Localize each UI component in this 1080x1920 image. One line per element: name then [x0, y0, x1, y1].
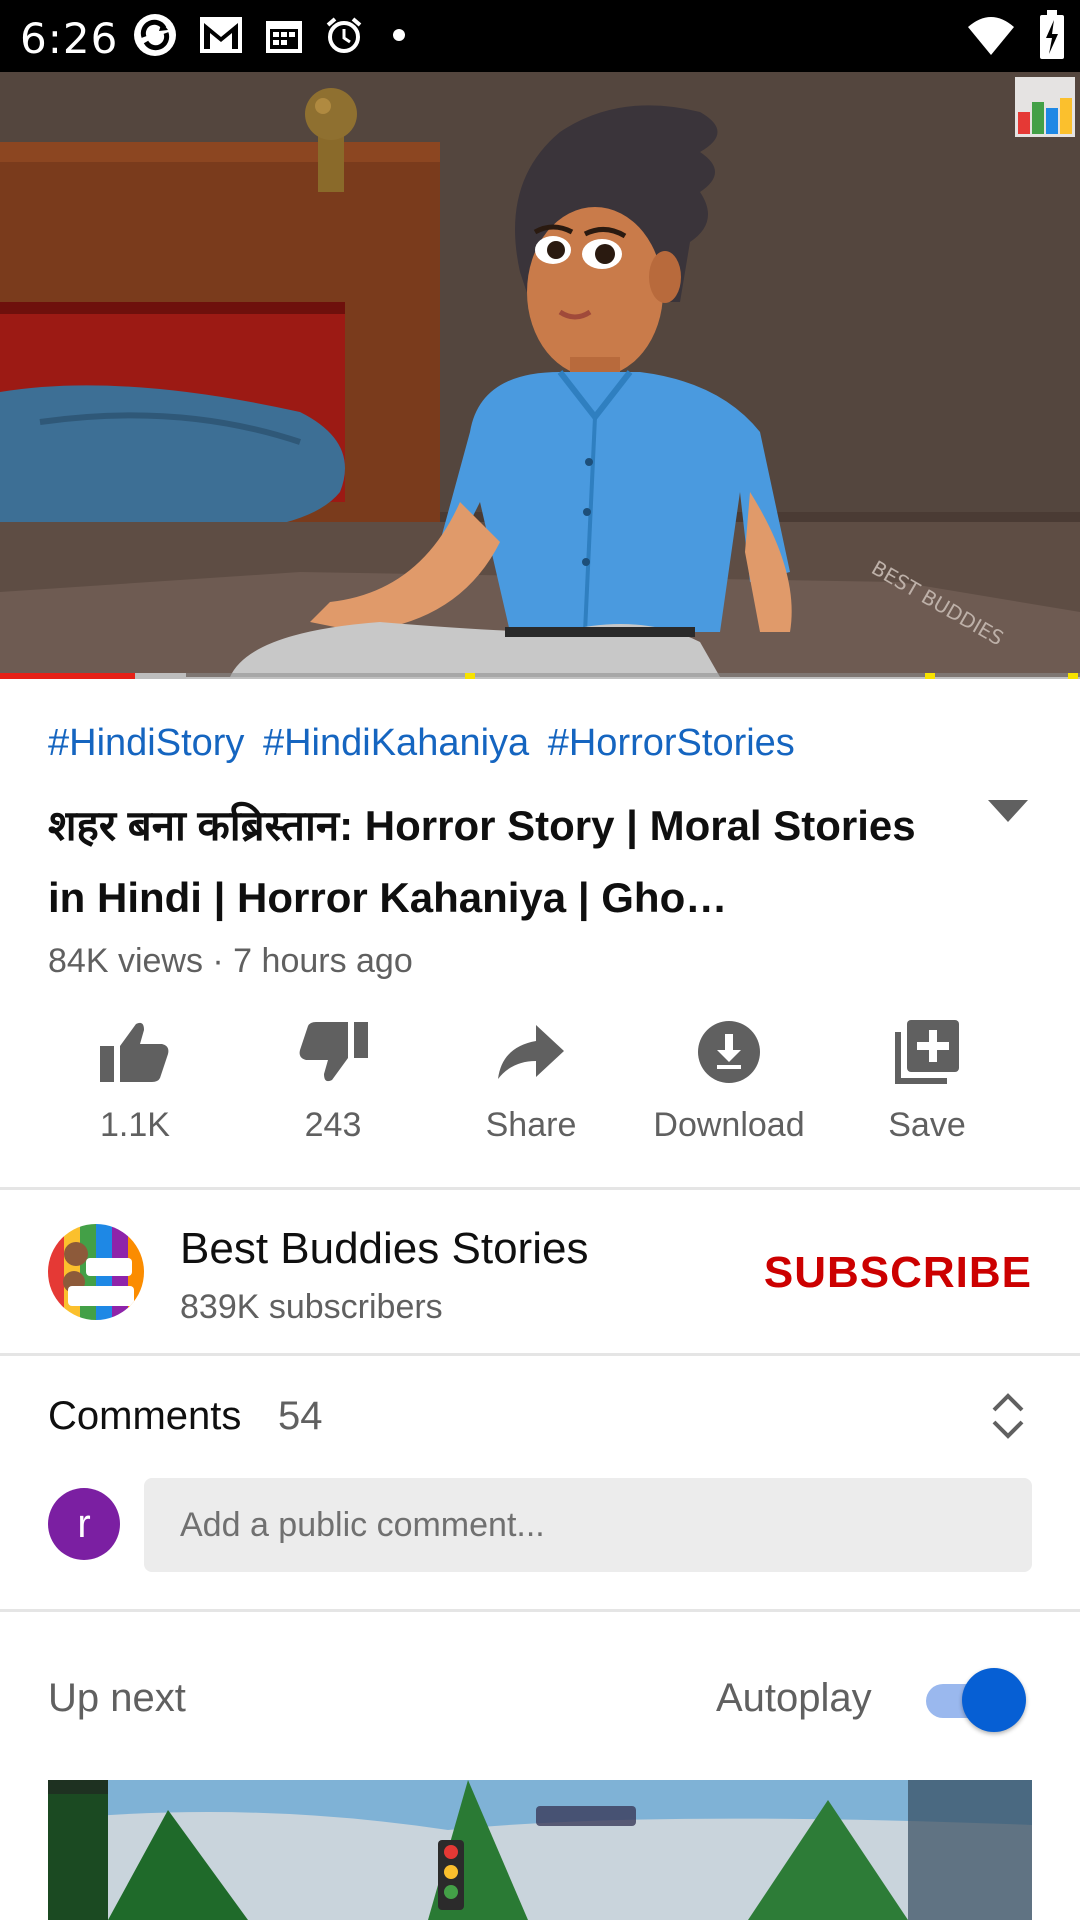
like-button[interactable]: 1.1K — [40, 1016, 230, 1156]
video-progress-bar[interactable] — [0, 673, 1080, 679]
dislike-button[interactable]: 243 — [238, 1016, 428, 1156]
ad-marker — [1068, 673, 1078, 679]
toggle-knob — [962, 1668, 1026, 1732]
comment-input[interactable] — [144, 1478, 1032, 1572]
ad-marker — [925, 673, 935, 679]
video-meta: 84K views · 7 hours ago — [48, 942, 413, 980]
expand-comments-icon[interactable] — [990, 1390, 1026, 1442]
dislike-count: 243 — [304, 1106, 362, 1144]
hashtag-link[interactable]: #HorrorStories — [548, 722, 795, 764]
dot-icon — [384, 20, 414, 55]
expand-description-icon[interactable] — [988, 800, 1028, 824]
video-player[interactable]: BEST BUDDIES — [0, 72, 1080, 677]
notification-icons — [132, 12, 414, 63]
gmail-icon — [198, 15, 244, 60]
hashtag-link[interactable]: #HindiStory — [48, 722, 244, 764]
next-video-thumbnail[interactable] — [48, 1780, 1032, 1920]
comments-label[interactable]: Comments — [48, 1394, 241, 1439]
subscriber-count: 839K subscribers — [180, 1288, 443, 1326]
thumbs-up-icon — [99, 1016, 171, 1088]
subscribe-button[interactable]: SUBSCRIBE — [764, 1248, 1032, 1298]
divider — [0, 1353, 1080, 1356]
divider — [0, 1187, 1080, 1190]
video-frame: BEST BUDDIES — [0, 72, 1080, 677]
alarm-icon — [324, 15, 364, 60]
video-title[interactable]: शहर बना कब्रिस्तान: Horror Story | Moral… — [48, 790, 948, 934]
hashtag-link[interactable]: #HindiKahaniya — [263, 722, 529, 764]
divider — [0, 1609, 1080, 1612]
system-icons — [966, 10, 1066, 65]
channel-name[interactable]: Best Buddies Stories — [180, 1224, 588, 1274]
channel-avatar[interactable] — [48, 1224, 144, 1320]
sync-icon — [132, 12, 178, 63]
user-avatar[interactable]: r — [48, 1488, 120, 1560]
progress-played — [0, 673, 135, 679]
comments-count: 54 — [278, 1394, 323, 1438]
share-icon — [495, 1016, 567, 1088]
calendar-icon — [264, 15, 304, 60]
download-icon — [693, 1016, 765, 1088]
share-button[interactable]: Share — [436, 1016, 626, 1156]
thumbs-down-icon — [297, 1016, 369, 1088]
hashtags: #HindiStory #HindiKahaniya #HorrorStorie… — [48, 722, 803, 765]
save-button[interactable]: Save — [832, 1016, 1022, 1156]
status-bar: 6:26 — [0, 0, 1080, 72]
download-label: Download — [653, 1106, 805, 1144]
autoplay-toggle[interactable] — [926, 1668, 1026, 1732]
status-time: 6:26 — [20, 14, 119, 63]
up-next-label: Up next — [48, 1676, 186, 1720]
battery-charging-icon — [1038, 10, 1066, 65]
save-label: Save — [888, 1106, 966, 1144]
like-count: 1.1K — [100, 1106, 170, 1144]
ad-marker — [465, 673, 475, 679]
video-actions: 1.1K 243 Share Download Save — [40, 1016, 1040, 1156]
wifi-icon — [966, 13, 1016, 62]
download-button[interactable]: Download — [634, 1016, 824, 1156]
playlist-add-icon — [891, 1016, 963, 1088]
share-label: Share — [485, 1106, 577, 1144]
autoplay-label: Autoplay — [716, 1676, 872, 1720]
